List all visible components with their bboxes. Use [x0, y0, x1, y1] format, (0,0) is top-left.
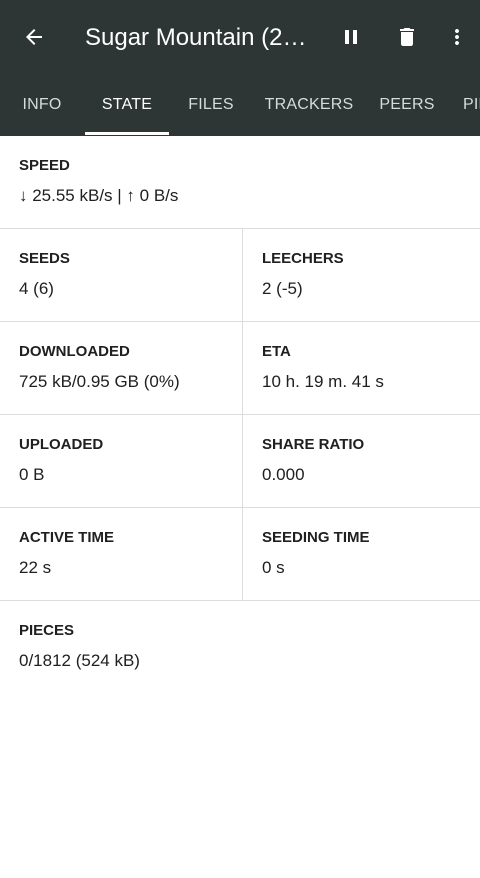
- peers-row: SEEDS 4 (6) LEECHERS 2 (-5): [0, 229, 480, 322]
- pieces-row: PIECES 0/1812 (524 kB): [0, 601, 480, 693]
- seeding-time-label: SEEDING TIME: [262, 529, 370, 546]
- seeding-time-cell: SEEDING TIME 0 s: [243, 508, 480, 600]
- leechers-value: 2 (-5): [262, 279, 303, 298]
- leechers-label: LEECHERS: [262, 250, 344, 267]
- active-time-cell: ACTIVE TIME 22 s: [0, 508, 242, 600]
- seeds-value: 4 (6): [19, 279, 54, 298]
- active-time-label: ACTIVE TIME: [19, 529, 115, 546]
- upload-row: UPLOADED 0 B SHARE RATIO 0.000: [0, 415, 480, 508]
- downloaded-value: 725 kB/0.95 GB (0%): [19, 372, 180, 391]
- speed-value: ↓ 25.55 kB/s | ↑ 0 B/s: [19, 186, 179, 205]
- tab-peers[interactable]: PEERS: [365, 74, 449, 136]
- pieces-value: 0/1812 (524 kB): [19, 651, 140, 670]
- tab-state[interactable]: STATE: [85, 74, 169, 136]
- eta-label: ETA: [262, 343, 291, 360]
- toolbar: Sugar Mountain (2011) [1080p]: [0, 0, 480, 74]
- more-vert-icon: [455, 29, 459, 45]
- torrent-title: Sugar Mountain (2011) [1080p]: [85, 24, 317, 51]
- tab-bar: INFO STATE FILES TRACKERS PEERS PIECES: [0, 74, 480, 136]
- pause-button[interactable]: [331, 17, 371, 57]
- tab-info[interactable]: INFO: [0, 74, 84, 136]
- app-bar: Sugar Mountain (2011) [1080p] INFO STATE…: [0, 0, 480, 136]
- speed-row: SPEED ↓ 25.55 kB/s | ↑ 0 B/s: [0, 136, 480, 229]
- tab-trackers[interactable]: TRACKERS: [253, 74, 365, 136]
- pieces-cell: PIECES 0/1812 (524 kB): [0, 601, 480, 693]
- active-tab-indicator: [85, 132, 169, 135]
- active-time-value: 22 s: [19, 558, 52, 577]
- back-button[interactable]: [14, 17, 54, 57]
- downloaded-label: DOWNLOADED: [19, 343, 130, 360]
- pause-icon: [345, 30, 357, 44]
- progress-row: DOWNLOADED 725 kB/0.95 GB (0%) ETA 10 h.…: [0, 322, 480, 415]
- uploaded-value: 0 B: [19, 465, 45, 484]
- eta-value: 10 h. 19 m. 41 s: [262, 372, 384, 391]
- pieces-label: PIECES: [19, 622, 75, 639]
- seeding-time-value: 0 s: [262, 558, 285, 577]
- speed-label: SPEED: [19, 157, 70, 174]
- seeds-cell: SEEDS 4 (6): [0, 229, 242, 321]
- seeds-label: SEEDS: [19, 250, 70, 267]
- delete-button[interactable]: [387, 17, 427, 57]
- tab-files[interactable]: FILES: [169, 74, 253, 136]
- time-row: ACTIVE TIME 22 s SEEDING TIME 0 s: [0, 508, 480, 601]
- share-ratio-value: 0.000: [262, 465, 305, 484]
- state-panel: SPEED ↓ 25.55 kB/s | ↑ 0 B/s SEEDS 4 (6)…: [0, 136, 480, 693]
- eta-cell: ETA 10 h. 19 m. 41 s: [243, 322, 480, 414]
- arrow-back-icon: [26, 29, 42, 45]
- speed-cell: SPEED ↓ 25.55 kB/s | ↑ 0 B/s: [0, 136, 480, 228]
- tab-pieces[interactable]: PIECES: [463, 74, 480, 136]
- downloaded-cell: DOWNLOADED 725 kB/0.95 GB (0%): [0, 322, 242, 414]
- trash-icon: [400, 28, 414, 46]
- uploaded-cell: UPLOADED 0 B: [0, 415, 242, 507]
- leechers-cell: LEECHERS 2 (-5): [243, 229, 480, 321]
- more-options-button[interactable]: [437, 17, 477, 57]
- uploaded-label: UPLOADED: [19, 436, 104, 453]
- share-ratio-label: SHARE RATIO: [262, 436, 365, 453]
- share-ratio-cell: SHARE RATIO 0.000: [243, 415, 480, 507]
